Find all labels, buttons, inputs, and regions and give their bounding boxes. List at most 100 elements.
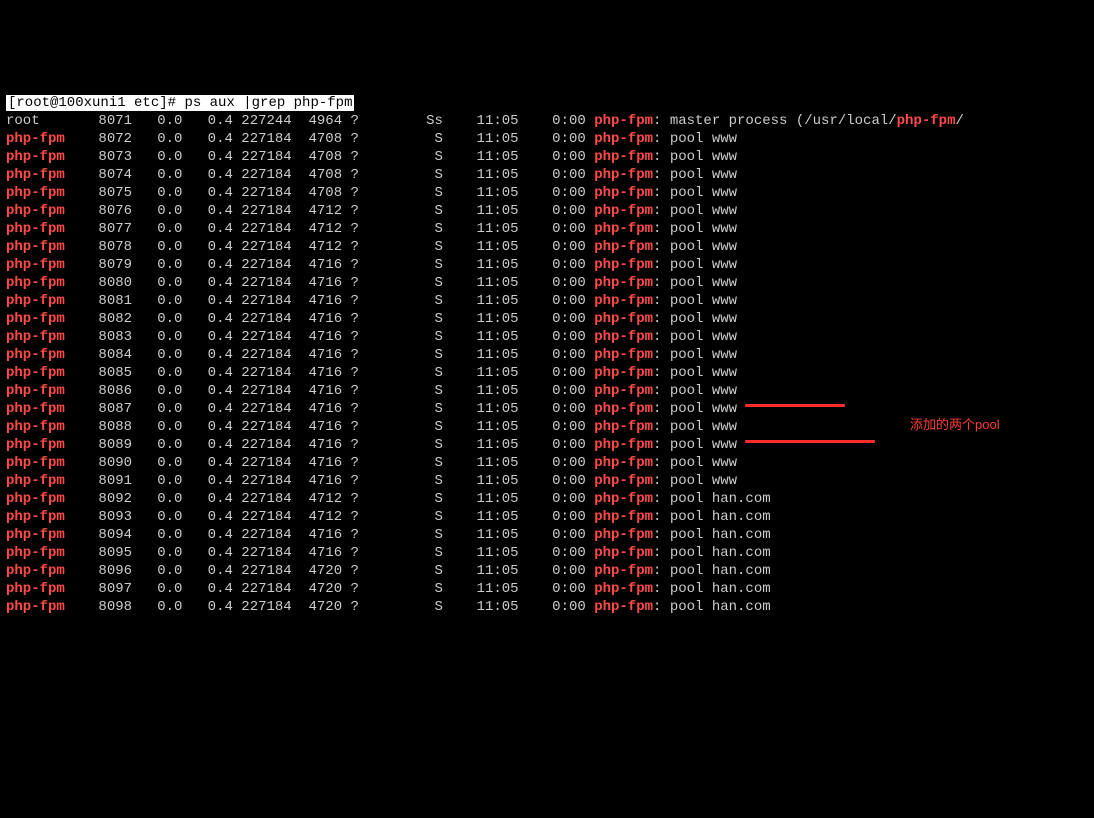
proc-name: php-fpm: [594, 491, 653, 507]
proc-args: : pool han.com: [653, 491, 771, 507]
terminal-output: [root@100xuni1 etc]# ps aux |grep php-fp…: [0, 72, 1094, 638]
proc-vsz: 227184: [233, 203, 292, 219]
proc-start: 11:05: [443, 581, 519, 597]
proc-cpu: 0.0: [132, 293, 182, 309]
proc-vsz: 227184: [233, 293, 292, 309]
process-row: root 8071 0.0 0.4 227244 4964 ? Ss 11:05…: [6, 112, 1088, 130]
proc-vsz: 227184: [233, 563, 292, 579]
process-row: php-fpm 8078 0.0 0.4 227184 4712 ? S 11:…: [6, 238, 1088, 256]
proc-pid: 8079: [82, 257, 132, 273]
proc-tty: ?: [342, 383, 359, 399]
proc-vsz: 227184: [233, 545, 292, 561]
proc-time: 0:00: [519, 185, 595, 201]
proc-time: 0:00: [519, 545, 595, 561]
proc-time: 0:00: [519, 455, 595, 471]
process-row: php-fpm 8076 0.0 0.4 227184 4712 ? S 11:…: [6, 202, 1088, 220]
proc-start: 11:05: [443, 401, 519, 417]
process-row: php-fpm 8072 0.0 0.4 227184 4708 ? S 11:…: [6, 130, 1088, 148]
proc-mem: 0.4: [182, 185, 232, 201]
proc-tty: ?: [342, 437, 359, 453]
proc-start: 11:05: [443, 527, 519, 543]
proc-name: php-fpm: [594, 203, 653, 219]
process-row: php-fpm 8085 0.0 0.4 227184 4716 ? S 11:…: [6, 364, 1088, 382]
proc-time: 0:00: [519, 527, 595, 543]
proc-stat: S: [359, 563, 443, 579]
proc-stat: S: [359, 329, 443, 345]
proc-args: : pool www: [653, 329, 737, 345]
proc-vsz: 227184: [233, 437, 292, 453]
proc-time: 0:00: [519, 599, 595, 615]
process-row: php-fpm 8091 0.0 0.4 227184 4716 ? S 11:…: [6, 472, 1088, 490]
proc-user: root: [6, 113, 82, 129]
proc-vsz: 227184: [233, 275, 292, 291]
proc-tty: ?: [342, 347, 359, 363]
proc-cpu: 0.0: [132, 509, 182, 525]
proc-pid: 8078: [82, 239, 132, 255]
proc-args: : pool www: [653, 221, 737, 237]
proc-mem: 0.4: [182, 383, 232, 399]
proc-time: 0:00: [519, 149, 595, 165]
proc-pid: 8090: [82, 455, 132, 471]
proc-stat: S: [359, 509, 443, 525]
proc-vsz: 227184: [233, 131, 292, 147]
proc-time: 0:00: [519, 383, 595, 399]
proc-stat: S: [359, 419, 443, 435]
proc-start: 11:05: [443, 599, 519, 615]
proc-start: 11:05: [443, 167, 519, 183]
shell-prompt-line[interactable]: [root@100xuni1 etc]# ps aux |grep php-fp…: [6, 94, 354, 112]
proc-vsz: 227184: [233, 185, 292, 201]
proc-args: : pool www: [653, 185, 737, 201]
proc-time: 0:00: [519, 113, 595, 129]
proc-tty: ?: [342, 275, 359, 291]
proc-mem: 0.4: [182, 347, 232, 363]
proc-tty: ?: [342, 149, 359, 165]
proc-args: : pool han.com: [653, 545, 771, 561]
proc-cpu: 0.0: [132, 275, 182, 291]
proc-start: 11:05: [443, 437, 519, 453]
proc-cpu: 0.0: [132, 401, 182, 417]
process-row: php-fpm 8097 0.0 0.4 227184 4720 ? S 11:…: [6, 580, 1088, 598]
proc-vsz: 227184: [233, 149, 292, 165]
proc-stat: S: [359, 437, 443, 453]
proc-mem: 0.4: [182, 203, 232, 219]
proc-cpu: 0.0: [132, 203, 182, 219]
proc-start: 11:05: [443, 563, 519, 579]
proc-pid: 8083: [82, 329, 132, 345]
proc-vsz: 227244: [233, 113, 292, 129]
proc-time: 0:00: [519, 347, 595, 363]
proc-name: php-fpm: [594, 275, 653, 291]
proc-stat: S: [359, 473, 443, 489]
process-row: php-fpm 8084 0.0 0.4 227184 4716 ? S 11:…: [6, 346, 1088, 364]
proc-vsz: 227184: [233, 455, 292, 471]
proc-tty: ?: [342, 599, 359, 615]
proc-mem: 0.4: [182, 419, 232, 435]
proc-args: : pool www: [653, 149, 737, 165]
proc-mem: 0.4: [182, 221, 232, 237]
proc-args: : pool www: [653, 257, 737, 273]
proc-cpu: 0.0: [132, 347, 182, 363]
proc-rss: 4716: [292, 311, 342, 327]
proc-start: 11:05: [443, 311, 519, 327]
proc-cpu: 0.0: [132, 131, 182, 147]
process-row: php-fpm 8095 0.0 0.4 227184 4716 ? S 11:…: [6, 544, 1088, 562]
proc-name: php-fpm: [594, 437, 653, 453]
proc-user: php-fpm: [6, 491, 82, 507]
proc-args: : pool www: [653, 275, 737, 291]
proc-cpu: 0.0: [132, 239, 182, 255]
proc-name: php-fpm: [594, 293, 653, 309]
proc-name: php-fpm: [594, 599, 653, 615]
proc-start: 11:05: [443, 131, 519, 147]
proc-mem: 0.4: [182, 491, 232, 507]
proc-args: : pool www: [653, 167, 737, 183]
proc-time: 0:00: [519, 365, 595, 381]
proc-cpu: 0.0: [132, 473, 182, 489]
proc-cpu: 0.0: [132, 383, 182, 399]
proc-pid: 8096: [82, 563, 132, 579]
proc-start: 11:05: [443, 509, 519, 525]
proc-mem: 0.4: [182, 329, 232, 345]
proc-cpu: 0.0: [132, 437, 182, 453]
proc-user: php-fpm: [6, 257, 82, 273]
proc-pid: 8097: [82, 581, 132, 597]
proc-tty: ?: [342, 509, 359, 525]
process-row: php-fpm 8093 0.0 0.4 227184 4712 ? S 11:…: [6, 508, 1088, 526]
